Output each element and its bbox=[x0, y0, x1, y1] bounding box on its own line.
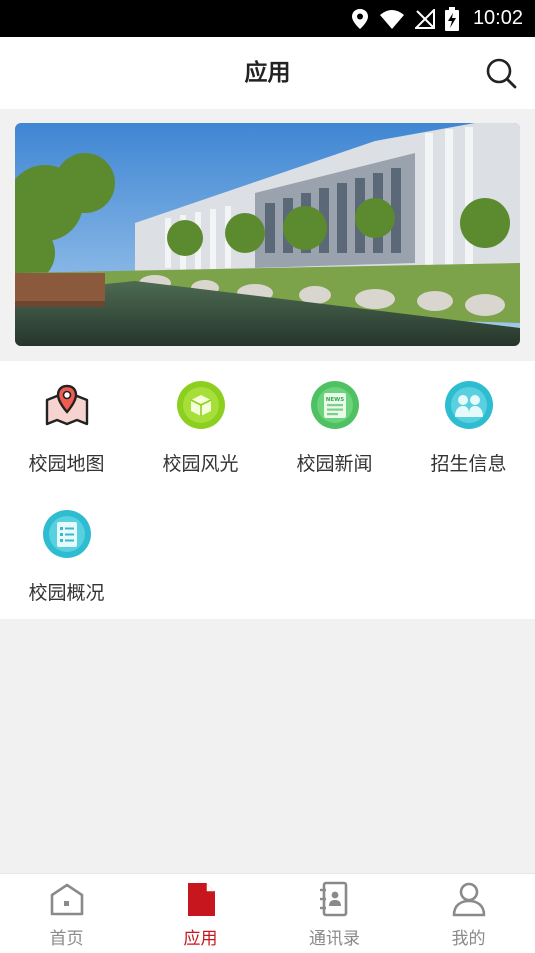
page-title: 应用 bbox=[244, 60, 291, 86]
bottom-tab-bar: 首页 应用 通讯录 我的 bbox=[0, 873, 535, 953]
app-grid: 校园地图 校园风光 NEWS 校园新闻 招生信息 校园概况 bbox=[0, 361, 535, 619]
campus-banner-image[interactable] bbox=[15, 123, 520, 346]
scenery-icon bbox=[177, 381, 225, 429]
tab-apps[interactable]: 应用 bbox=[134, 874, 267, 953]
contacts-icon bbox=[320, 881, 348, 917]
status-bar: 10:02 bbox=[0, 0, 535, 37]
map-pin-icon bbox=[45, 384, 89, 426]
status-time: 10:02 bbox=[472, 7, 523, 29]
app-header: 应用 bbox=[0, 37, 535, 109]
app-campus-news[interactable]: NEWS 校园新闻 bbox=[268, 361, 401, 489]
svg-text:NEWS: NEWS bbox=[326, 397, 344, 403]
overview-icon bbox=[43, 510, 91, 558]
app-label: 招生信息 bbox=[430, 453, 507, 475]
location-icon bbox=[351, 8, 368, 29]
banner-section bbox=[0, 109, 535, 361]
no-signal-icon bbox=[414, 8, 435, 29]
tab-me[interactable]: 我的 bbox=[402, 874, 535, 953]
app-label: 校园概况 bbox=[28, 582, 105, 604]
app-label: 校园风光 bbox=[162, 453, 239, 475]
news-icon: NEWS bbox=[311, 381, 359, 429]
wifi-icon bbox=[379, 9, 404, 29]
app-campus-overview[interactable]: 校园概况 bbox=[0, 490, 133, 618]
tab-contacts[interactable]: 通讯录 bbox=[268, 874, 401, 953]
tab-home[interactable]: 首页 bbox=[0, 874, 133, 953]
app-admission-info[interactable]: 招生信息 bbox=[402, 361, 535, 489]
tab-label: 通讯录 bbox=[309, 929, 360, 949]
search-icon[interactable] bbox=[485, 57, 517, 89]
app-campus-scenery[interactable]: 校园风光 bbox=[134, 361, 267, 489]
tab-label: 应用 bbox=[183, 929, 218, 949]
app-label: 校园新闻 bbox=[296, 453, 373, 475]
tab-label: 我的 bbox=[451, 929, 486, 949]
home-icon bbox=[50, 883, 84, 916]
battery-charging-icon bbox=[444, 6, 459, 31]
app-campus-map[interactable]: 校园地图 bbox=[0, 361, 133, 489]
people-icon bbox=[445, 381, 493, 429]
user-icon bbox=[452, 882, 486, 917]
status-icons: 10:02 bbox=[351, 0, 523, 37]
document-icon bbox=[188, 883, 215, 916]
app-label: 校园地图 bbox=[28, 453, 105, 475]
tab-label: 首页 bbox=[49, 929, 84, 949]
